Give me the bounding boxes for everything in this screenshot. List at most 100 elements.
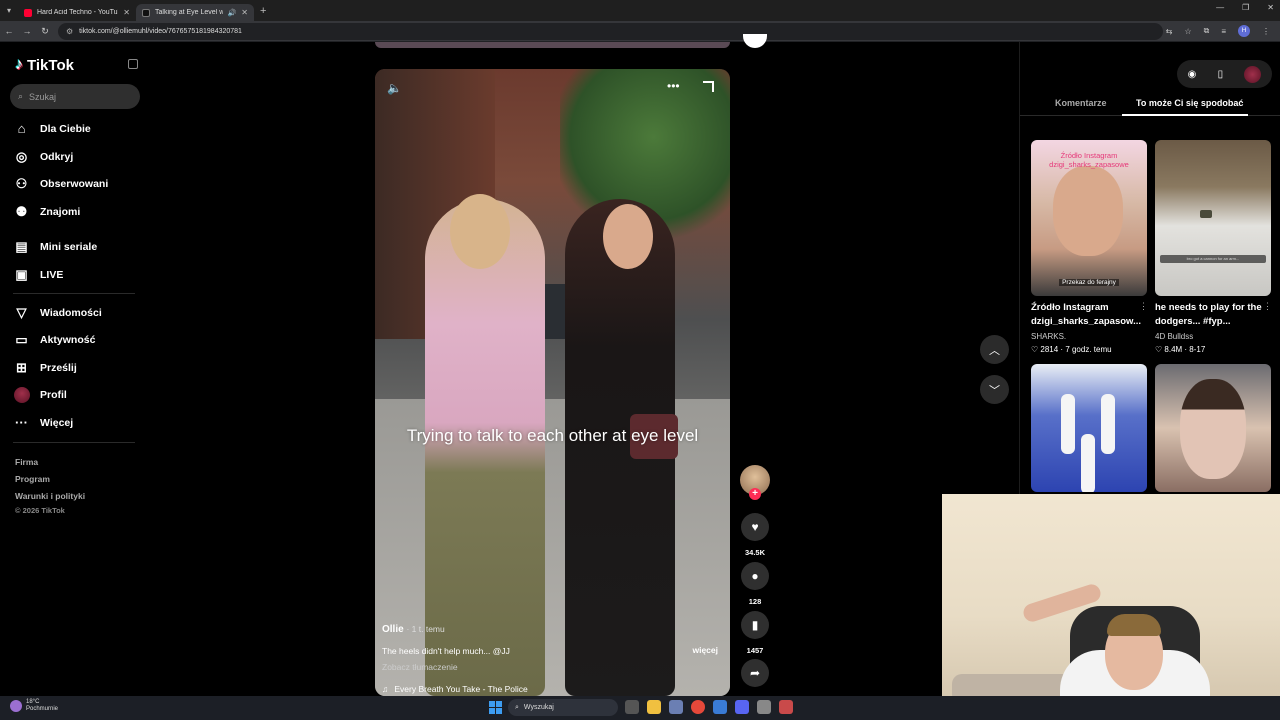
- maximize-button[interactable]: ❐: [1242, 3, 1249, 12]
- nav-upload[interactable]: ⊞ Prześlij: [13, 359, 77, 376]
- browser-extensions: ⇆ ☆ ⧉ ≡ H ⋮: [1166, 25, 1270, 37]
- recommended-thumbnail-4[interactable]: [1155, 364, 1271, 492]
- nav-following[interactable]: ⚇ Obserwowani: [13, 175, 109, 192]
- close-tab-icon[interactable]: ✕: [123, 8, 130, 17]
- bookmark-icon[interactable]: ▮: [741, 611, 769, 639]
- tab-search-icon[interactable]: ▾: [0, 0, 18, 21]
- translate-icon[interactable]: ⇆: [1166, 27, 1173, 36]
- media-icon[interactable]: ≡: [1221, 27, 1226, 36]
- music-track[interactable]: ♫ Every Breath You Take - The Police: [382, 684, 722, 694]
- search-input[interactable]: ⌕ Szukaj: [10, 84, 140, 109]
- weather-widget[interactable]: 18°C Pochmurnie: [10, 699, 58, 713]
- browser-tab-bar: ▾ Hard Acid Techno - YouTube ✕ Talking a…: [0, 0, 1280, 21]
- share-icon[interactable]: ➦: [741, 659, 769, 687]
- comment-icon[interactable]: ●: [741, 562, 769, 590]
- translate-link[interactable]: Zobacz tłumaczenie: [382, 662, 722, 672]
- forward-button[interactable]: →: [18, 26, 36, 36]
- close-window-button[interactable]: ✕: [1267, 3, 1274, 12]
- footer-link-program[interactable]: Program: [15, 474, 50, 484]
- collapse-sidebar-icon[interactable]: [128, 59, 138, 69]
- app-icon[interactable]: [757, 700, 771, 714]
- recommended-title-2[interactable]: he needs to play for the dodgers... #fyp…: [1155, 301, 1267, 329]
- more-options-icon[interactable]: ⋮: [1139, 301, 1148, 312]
- task-view-icon[interactable]: [625, 700, 639, 714]
- comment-action[interactable]: ● 128: [740, 562, 770, 606]
- minimize-button[interactable]: —: [1216, 3, 1224, 12]
- save-action[interactable]: ▮ 1457: [740, 611, 770, 655]
- video-description: The heels didn't help much... @JJ: [382, 646, 510, 656]
- taskbar-apps: [625, 700, 793, 714]
- taskbar-search[interactable]: ⌕ Wyszukaj: [508, 699, 618, 716]
- nav-messages[interactable]: ▽ Wiadomości: [13, 304, 102, 321]
- recommended-title-1[interactable]: Źródło Instagram dzigi_sharks_zapasow...: [1031, 301, 1143, 329]
- search-icon: ⌕: [18, 91, 24, 101]
- nav-explore[interactable]: ◎ Odkryj: [13, 148, 73, 165]
- close-tab-icon[interactable]: ✕: [241, 8, 248, 17]
- url-bar[interactable]: ⚙ tiktok.com/@olliemuhl/video/7676575181…: [58, 23, 1163, 40]
- previous-action-button[interactable]: [743, 34, 767, 48]
- extensions-icon[interactable]: ⧉: [1204, 26, 1210, 36]
- recommended-thumbnail-3[interactable]: [1031, 364, 1147, 492]
- avatar[interactable]: [1244, 65, 1262, 83]
- video-person-man-head: [450, 194, 510, 269]
- thumbnail-bottom-text: Przekaz do ferajny: [1059, 279, 1119, 286]
- compass-icon[interactable]: ◉: [1188, 69, 1197, 80]
- like-action[interactable]: ♥ 34.5K: [740, 513, 770, 557]
- reload-button[interactable]: ↻: [36, 26, 54, 37]
- discord-icon[interactable]: [735, 700, 749, 714]
- tiktok-logo[interactable]: ♪ TikTok: [15, 56, 74, 74]
- profile-avatar[interactable]: H: [1238, 25, 1250, 37]
- webcam-overlay: [942, 494, 1280, 696]
- stats-text: 8.4M · 8-17: [1164, 345, 1206, 354]
- thumbnail-overlay-text: Źródło Instagram dzigi_sharks_zapasowe: [1049, 151, 1129, 169]
- nav-label: Odkryj: [40, 150, 74, 163]
- tab-comments[interactable]: Komentarze: [1055, 98, 1107, 108]
- nav-mini-series[interactable]: ▤ Mini seriale: [13, 238, 97, 255]
- recommended-thumbnail-2[interactable]: bro got a cannon for an arm...: [1155, 140, 1271, 296]
- bookmark-star-icon[interactable]: ☆: [1184, 27, 1191, 36]
- nav-activity[interactable]: ▭ Aktywność: [13, 331, 95, 348]
- fullscreen-icon[interactable]: [703, 81, 714, 92]
- video-author[interactable]: Ollie · 1 t. temu: [382, 624, 722, 635]
- previous-video-button[interactable]: ︿: [980, 335, 1009, 364]
- windows-start-icon[interactable]: [489, 701, 502, 714]
- address-toolbar: ← → ↻ ⚙ tiktok.com/@olliemuhl/video/7676…: [0, 21, 1280, 42]
- thumbnail-bottom-text: bro got a cannon for an arm...: [1160, 255, 1266, 263]
- app-icon[interactable]: [779, 700, 793, 714]
- more-options-icon[interactable]: ⋮: [1263, 301, 1272, 312]
- video-player[interactable]: 🔈 ••• Trying to talk to each other at ey…: [375, 69, 730, 696]
- new-tab-button[interactable]: +: [260, 5, 266, 17]
- thumbnail-player: [1081, 434, 1095, 492]
- browser-tab-tiktok[interactable]: Talking at Eye Level with JJ 🔊 ✕: [136, 4, 254, 21]
- nav-for-you[interactable]: ⌂ Dla Ciebie: [13, 120, 91, 137]
- nav-live[interactable]: ▣ LIVE: [13, 266, 63, 283]
- browser-tab-youtube[interactable]: Hard Acid Techno - YouTube ✕: [18, 4, 136, 21]
- site-info-icon[interactable]: ⚙: [66, 27, 73, 36]
- file-explorer-icon[interactable]: [647, 700, 661, 714]
- steam-icon[interactable]: [713, 700, 727, 714]
- phone-icon[interactable]: ▯: [1218, 69, 1224, 80]
- show-more-link[interactable]: więcej: [692, 645, 718, 655]
- footer-link-company[interactable]: Firma: [15, 457, 38, 467]
- back-button[interactable]: ←: [0, 26, 18, 36]
- nav-profile[interactable]: Profil: [13, 386, 67, 403]
- tab-you-may-like[interactable]: To może Ci się spodobać: [1136, 98, 1243, 108]
- heart-icon[interactable]: ♥: [741, 513, 769, 541]
- footer-link-terms[interactable]: Warunki i polityki: [15, 491, 85, 501]
- follow-plus-icon[interactable]: +: [749, 488, 761, 500]
- thumbnail-player: [1061, 394, 1075, 454]
- nav-friends[interactable]: ⚉ Znajomi: [13, 203, 81, 220]
- volume-icon[interactable]: 🔈: [387, 81, 402, 95]
- speaker-icon[interactable]: 🔊: [228, 9, 237, 17]
- browser-menu-icon[interactable]: ⋮: [1262, 27, 1270, 36]
- nav-more[interactable]: ··· Więcej: [13, 414, 73, 431]
- next-video-button[interactable]: ﹀: [980, 375, 1009, 404]
- recommended-stats-1: ♡ 2814 · 7 godz. temu: [1031, 345, 1112, 354]
- chrome-icon[interactable]: [691, 700, 705, 714]
- recommended-thumbnail-1[interactable]: Źródło Instagram dzigi_sharks_zapasowe P…: [1031, 140, 1147, 296]
- more-options-icon[interactable]: •••: [667, 79, 680, 93]
- settings-icon[interactable]: [669, 700, 683, 714]
- recommended-author-2[interactable]: 4D Bulldss: [1155, 332, 1267, 341]
- recommended-author-1[interactable]: SHARKS.: [1031, 332, 1143, 341]
- friends-icon: ⚉: [15, 203, 28, 219]
